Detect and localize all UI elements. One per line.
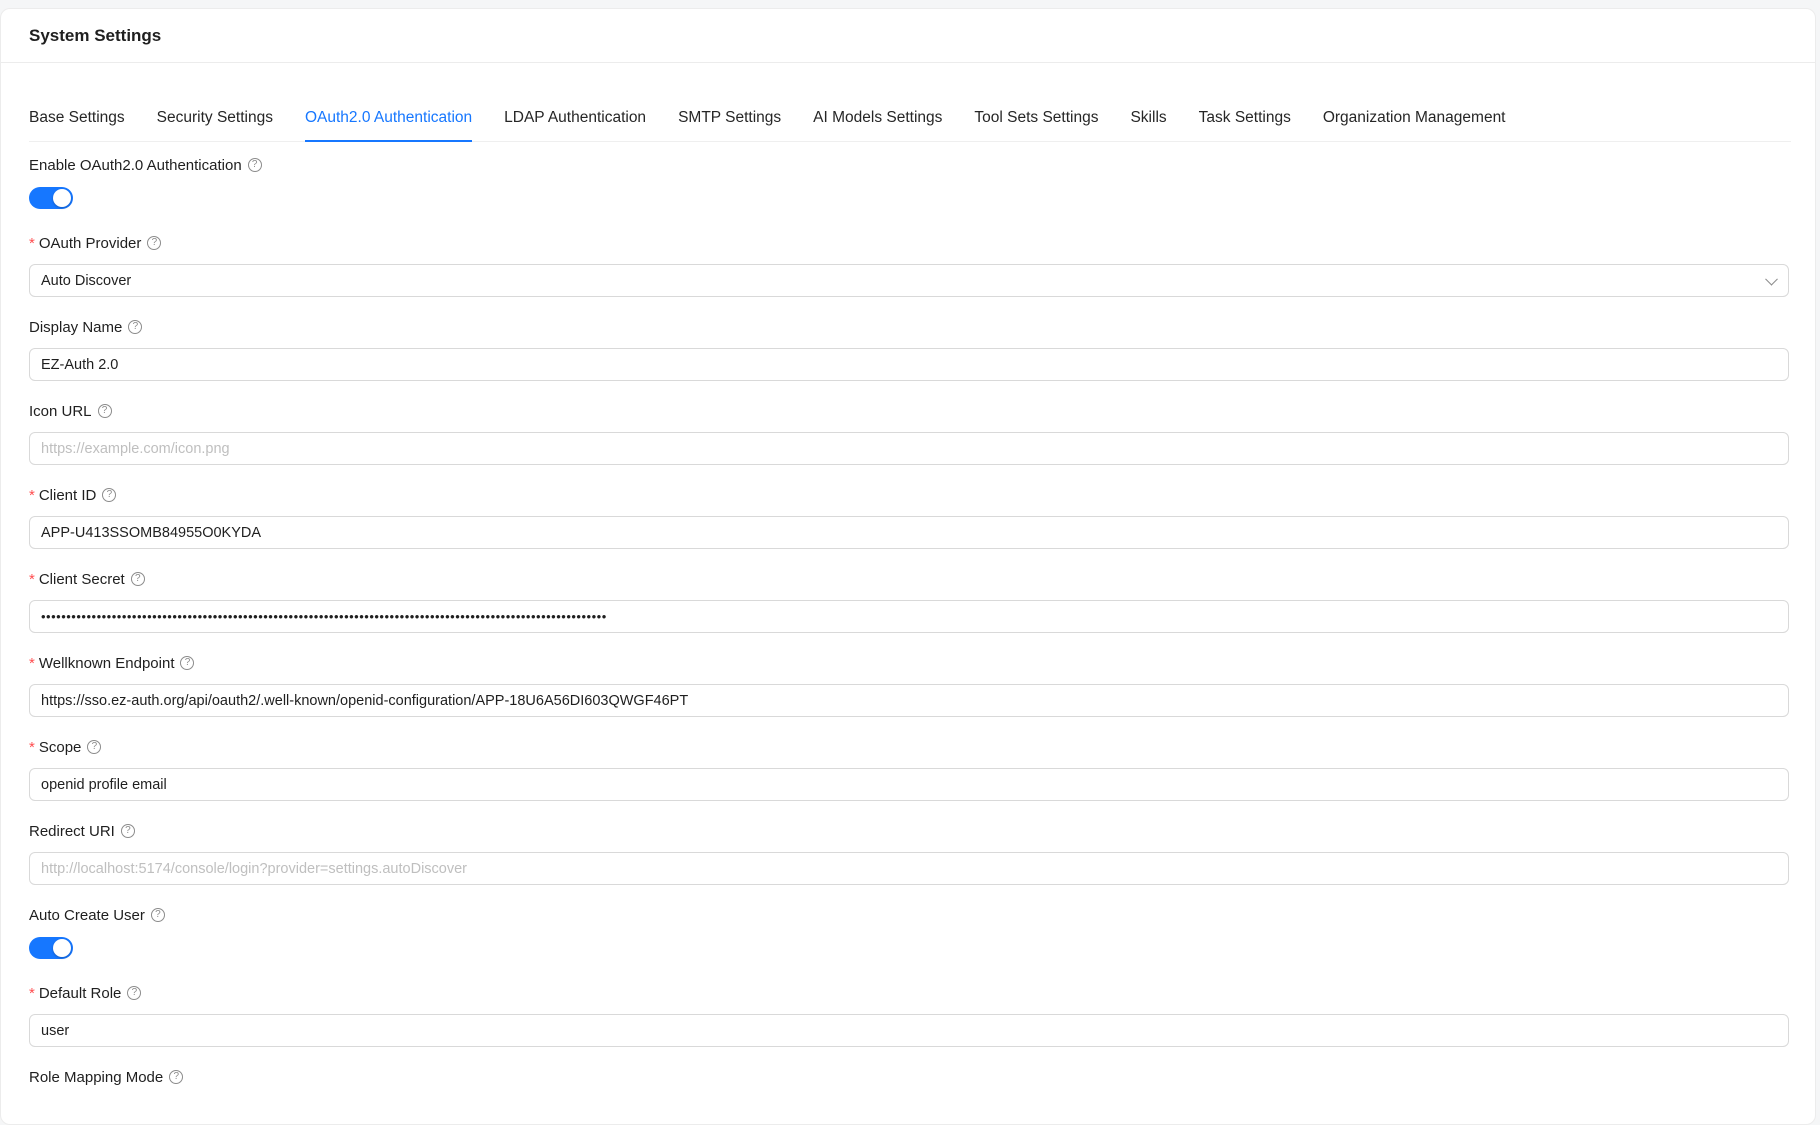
oauth-provider-select[interactable]: Auto Discover [29,264,1789,297]
wellknown-endpoint-field: * Wellknown Endpoint ? [29,652,1789,717]
default-role-field: * Default Role ? [29,982,1789,1047]
toggle-knob [53,939,71,957]
tab-oauth2-authentication[interactable]: OAuth2.0 Authentication [304,94,473,142]
oauth-provider-label: OAuth Provider [38,234,142,252]
client-id-label: Client ID [38,486,97,504]
default-role-input[interactable] [41,1022,1777,1039]
scope-input-wrapper [29,768,1789,801]
tab-skills[interactable]: Skills [1130,94,1166,141]
chevron-down-icon [1765,272,1778,286]
client-id-field: * Client ID ? [29,484,1789,549]
tab-security-settings[interactable]: Security Settings [157,94,273,141]
wellknown-endpoint-input-wrapper [29,684,1789,717]
enable-oauth-toggle[interactable] [29,187,73,209]
required-mark: * [29,654,35,672]
enable-oauth-field: Enable OAuth2.0 Authentication ? [29,142,1789,209]
question-circle-icon[interactable]: ? [97,404,112,418]
default-role-input-wrapper [29,1014,1789,1047]
card-header: System Settings [1,9,1815,63]
scope-input[interactable] [41,776,1777,793]
display-name-label: Display Name [29,318,123,336]
client-secret-input[interactable] [41,609,1777,624]
redirect-uri-input[interactable] [41,860,1777,877]
required-mark: * [29,486,35,504]
icon-url-input-wrapper [29,432,1789,465]
required-mark: * [29,234,35,252]
icon-url-field: Icon URL ? [29,400,1789,465]
required-mark: * [29,738,35,756]
question-circle-icon[interactable]: ? [102,488,117,502]
question-circle-icon[interactable]: ? [128,320,143,334]
tab-organization-management[interactable]: Organization Management [1323,94,1506,141]
scope-label: Scope [38,738,82,756]
question-circle-icon[interactable]: ? [169,1070,184,1084]
role-mapping-mode-field: Role Mapping Mode ? [29,1066,1789,1088]
tab-task-settings[interactable]: Task Settings [1199,94,1291,141]
settings-tabs: Base Settings Security Settings OAuth2.0… [29,94,1791,142]
client-id-input-wrapper [29,516,1789,549]
redirect-uri-field: Redirect URI ? [29,820,1789,885]
required-mark: * [29,984,35,1002]
tab-smtp-settings[interactable]: SMTP Settings [678,94,781,141]
tab-tool-sets-settings[interactable]: Tool Sets Settings [974,94,1098,141]
question-circle-icon[interactable]: ? [247,158,262,172]
scope-field: * Scope ? [29,736,1789,801]
client-secret-input-wrapper [29,600,1789,633]
redirect-uri-input-wrapper [29,852,1789,885]
tab-ldap-authentication[interactable]: LDAP Authentication [504,94,646,141]
required-mark: * [29,570,35,588]
redirect-uri-label: Redirect URI [29,822,115,840]
page-title: System Settings [29,25,162,45]
question-circle-icon[interactable]: ? [127,986,142,1000]
client-id-input[interactable] [41,524,1777,541]
role-mapping-mode-label: Role Mapping Mode [29,1068,164,1086]
wellknown-endpoint-label: Wellknown Endpoint [38,654,175,672]
icon-url-input[interactable] [41,440,1777,457]
question-circle-icon[interactable]: ? [120,824,135,838]
question-circle-icon[interactable]: ? [130,572,145,586]
default-role-label: Default Role [38,984,122,1002]
client-secret-field: * Client Secret ? [29,568,1789,633]
auto-create-user-field: Auto Create User ? [29,904,1789,959]
display-name-input[interactable] [41,356,1777,373]
settings-card: System Settings Base Settings Security S… [0,8,1816,1125]
toggle-knob [53,189,71,207]
icon-url-label: Icon URL [29,402,92,420]
oauth-settings-form: Enable OAuth2.0 Authentication ? * OAuth… [29,142,1789,1088]
tab-ai-models-settings[interactable]: AI Models Settings [813,94,942,141]
question-circle-icon[interactable]: ? [87,740,102,754]
question-circle-icon[interactable]: ? [147,236,162,250]
auto-create-user-toggle[interactable] [29,937,73,959]
client-secret-label: Client Secret [38,570,125,588]
auto-create-user-label: Auto Create User [29,906,145,924]
display-name-field: Display Name ? [29,316,1789,381]
enable-oauth-label: Enable OAuth2.0 Authentication [29,156,242,174]
tab-base-settings[interactable]: Base Settings [29,94,125,141]
oauth-provider-value: Auto Discover [41,272,132,289]
display-name-input-wrapper [29,348,1789,381]
wellknown-endpoint-input[interactable] [41,692,1777,709]
question-circle-icon[interactable]: ? [150,908,165,922]
oauth-provider-field: * OAuth Provider ? Auto Discover [29,232,1789,297]
question-circle-icon[interactable]: ? [180,656,195,670]
